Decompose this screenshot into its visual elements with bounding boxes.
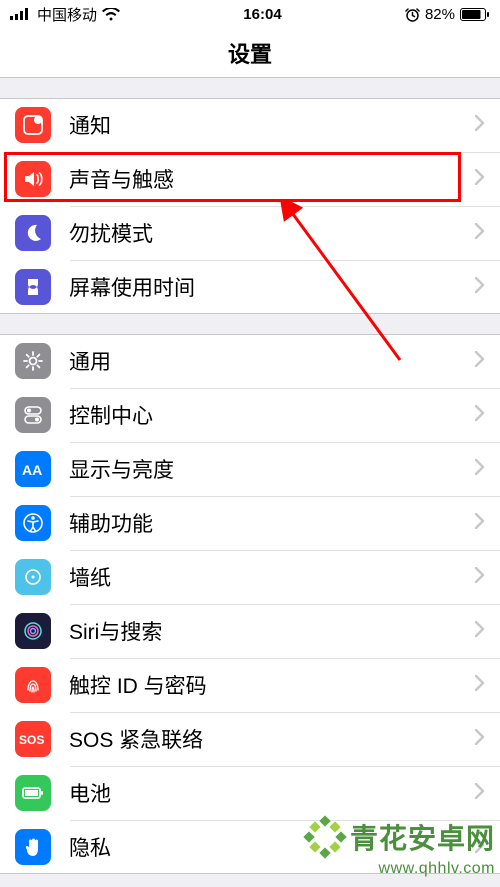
row-label: 屏幕使用时间 <box>69 272 475 302</box>
general-icon <box>15 343 51 379</box>
status-time: 16:04 <box>243 6 281 23</box>
page-header: 设置 <box>0 28 500 78</box>
row-display-brightness[interactable]: AA 显示与亮度 <box>0 442 500 496</box>
row-label: 控制中心 <box>69 400 475 430</box>
chevron-right-icon <box>475 351 485 372</box>
row-label: Siri与搜索 <box>69 616 475 646</box>
row-label: 触控 ID 与密码 <box>69 670 475 700</box>
touchid-icon <box>15 667 51 703</box>
svg-text:AA: AA <box>22 462 42 478</box>
chevron-right-icon <box>475 783 485 804</box>
settings-group-2: 通用 控制中心 AA 显示与亮度 辅助功能 墙纸 Siri与搜索 <box>0 334 500 874</box>
row-label: 声音与触感 <box>69 164 475 194</box>
carrier-label: 中国移动 <box>37 4 97 25</box>
row-control-center[interactable]: 控制中心 <box>0 388 500 442</box>
row-label: 通知 <box>69 110 475 140</box>
chevron-right-icon <box>475 729 485 750</box>
chevron-right-icon <box>475 277 485 298</box>
chevron-right-icon <box>475 837 485 858</box>
siri-icon <box>15 613 51 649</box>
row-label: 通用 <box>69 346 475 376</box>
control-center-icon <box>15 397 51 433</box>
sos-icon: SOS <box>15 721 51 757</box>
row-battery[interactable]: 电池 <box>0 766 500 820</box>
chevron-right-icon <box>475 115 485 136</box>
row-accessibility[interactable]: 辅助功能 <box>0 496 500 550</box>
screen-time-icon <box>15 269 51 305</box>
row-screen-time[interactable]: 屏幕使用时间 <box>0 260 500 314</box>
accessibility-icon <box>15 505 51 541</box>
chevron-right-icon <box>475 223 485 244</box>
row-label: SOS 紧急联络 <box>69 724 475 754</box>
row-general[interactable]: 通用 <box>0 334 500 388</box>
settings-group-1: 通知 声音与触感 勿扰模式 屏幕使用时间 <box>0 98 500 314</box>
chevron-right-icon <box>475 675 485 696</box>
battery-row-icon <box>15 775 51 811</box>
dnd-icon <box>15 215 51 251</box>
row-notifications[interactable]: 通知 <box>0 98 500 152</box>
chevron-right-icon <box>475 513 485 534</box>
row-sounds-haptics[interactable]: 声音与触感 <box>0 152 500 206</box>
display-icon: AA <box>15 451 51 487</box>
row-label: 隐私 <box>69 832 475 862</box>
row-label: 辅助功能 <box>69 508 475 538</box>
row-label: 电池 <box>69 778 475 808</box>
privacy-icon <box>15 829 51 865</box>
chevron-right-icon <box>475 567 485 588</box>
row-do-not-disturb[interactable]: 勿扰模式 <box>0 206 500 260</box>
alarm-icon <box>405 7 420 22</box>
status-bar: 中国移动 16:04 82% <box>0 0 500 28</box>
status-left: 中国移动 <box>10 4 120 25</box>
sounds-icon <box>15 161 51 197</box>
row-label: 墙纸 <box>69 562 475 592</box>
status-right: 82% <box>405 6 490 23</box>
notifications-icon <box>15 107 51 143</box>
row-touch-id-passcode[interactable]: 触控 ID 与密码 <box>0 658 500 712</box>
chevron-right-icon <box>475 405 485 426</box>
row-wallpaper[interactable]: 墙纸 <box>0 550 500 604</box>
chevron-right-icon <box>475 459 485 480</box>
chevron-right-icon <box>475 621 485 642</box>
wallpaper-icon <box>15 559 51 595</box>
signal-icon <box>10 8 32 20</box>
battery-label: 82% <box>425 6 455 23</box>
row-siri-search[interactable]: Siri与搜索 <box>0 604 500 658</box>
battery-icon <box>460 8 490 21</box>
row-emergency-sos[interactable]: SOS SOS 紧急联络 <box>0 712 500 766</box>
page-title: 设置 <box>228 37 272 69</box>
svg-text:SOS: SOS <box>19 733 44 747</box>
row-label: 显示与亮度 <box>69 454 475 484</box>
row-label: 勿扰模式 <box>69 218 475 248</box>
wifi-icon <box>102 8 120 21</box>
chevron-right-icon <box>475 169 485 190</box>
watermark-url: www.qhhlv.com <box>379 860 495 878</box>
